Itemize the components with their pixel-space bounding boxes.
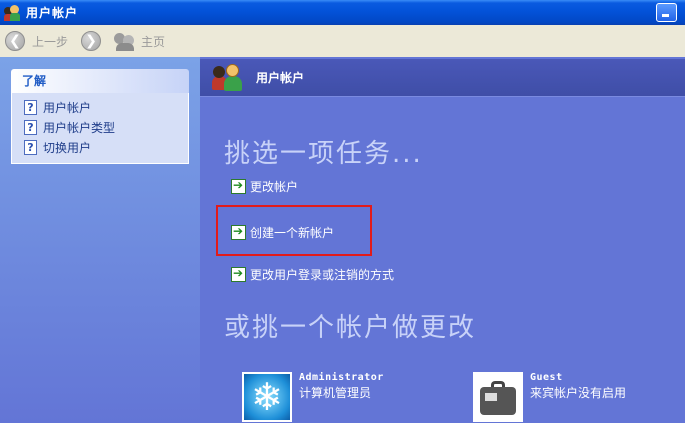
main-content: 用户帐户 挑选一项任务... 更改帐户 创建一个新帐户 更改用户登录或注销的方式… [200, 57, 685, 423]
forward-arrow-icon: ❯ [81, 31, 102, 51]
help-icon: ? [24, 139, 37, 155]
sidebar-link-account-types[interactable]: ? 用户帐户类型 [24, 117, 188, 137]
sidebar-link-label: 切换用户 [43, 140, 92, 155]
users-icon [4, 4, 20, 21]
green-arrow-icon [231, 178, 246, 194]
back-button[interactable]: ❮ 上一步 [5, 31, 68, 51]
account-guest[interactable]: Guest 来宾帐户没有启用 [473, 372, 626, 422]
suitcase-picture-icon [473, 372, 523, 422]
user-accounts-icon [212, 63, 244, 92]
home-users-icon [114, 31, 136, 51]
accounts-heading: 或挑一个帐户做更改 [224, 313, 477, 343]
task-change-account[interactable]: 更改帐户 [231, 178, 298, 195]
green-arrow-icon [231, 224, 246, 240]
help-icon: ? [24, 119, 37, 135]
task-change-logon[interactable]: 更改用户登录或注销的方式 [231, 266, 394, 283]
task-label: 更改帐户 [250, 180, 299, 194]
panel-body: ? 用户帐户 ? 用户帐户类型 ? 切换用户 [11, 93, 189, 164]
account-administrator[interactable]: ❄ Administrator 计算机管理员 [242, 372, 384, 422]
home-label: 主页 [141, 34, 166, 49]
sidebar: 了解 ? 用户帐户 ? 用户帐户类型 ? 切换用户 [0, 57, 200, 423]
main-header: 用户帐户 [200, 59, 685, 97]
sidebar-link-label: 用户帐户 [43, 100, 92, 115]
panel-title: 了解 [11, 69, 189, 93]
green-arrow-icon [231, 266, 246, 282]
sidebar-link-label: 用户帐户类型 [43, 120, 116, 135]
task-label: 创建一个新帐户 [250, 226, 335, 240]
home-button[interactable]: 主页 [114, 31, 165, 51]
account-description: 计算机管理员 [299, 386, 372, 400]
sidebar-link-user-accounts[interactable]: ? 用户帐户 [24, 97, 188, 117]
sidebar-link-switch-user[interactable]: ? 切换用户 [24, 137, 188, 157]
snowflake-picture-icon: ❄ [242, 372, 292, 422]
account-name: Guest [530, 372, 563, 383]
toolbar: ❮ 上一步 ❯ 主页 [0, 25, 685, 57]
task-label: 更改用户登录或注销的方式 [250, 268, 395, 282]
help-icon: ? [24, 99, 37, 115]
task-create-account[interactable]: 创建一个新帐户 [231, 224, 334, 241]
back-arrow-icon: ❮ [5, 31, 25, 51]
learn-about-panel: 了解 ? 用户帐户 ? 用户帐户类型 ? 切换用户 [11, 69, 189, 164]
account-name: Administrator [299, 372, 384, 383]
account-description: 来宾帐户没有启用 [530, 386, 627, 400]
forward-button[interactable]: ❯ [81, 31, 102, 51]
minimize-button[interactable] [656, 3, 677, 22]
page-title: 用户帐户 [256, 71, 305, 85]
task-heading: 挑选一项任务... [224, 139, 423, 169]
title-bar: 用户帐户 [0, 0, 685, 25]
back-label: 上一步 [32, 34, 69, 49]
window-title: 用户帐户 [26, 6, 79, 20]
